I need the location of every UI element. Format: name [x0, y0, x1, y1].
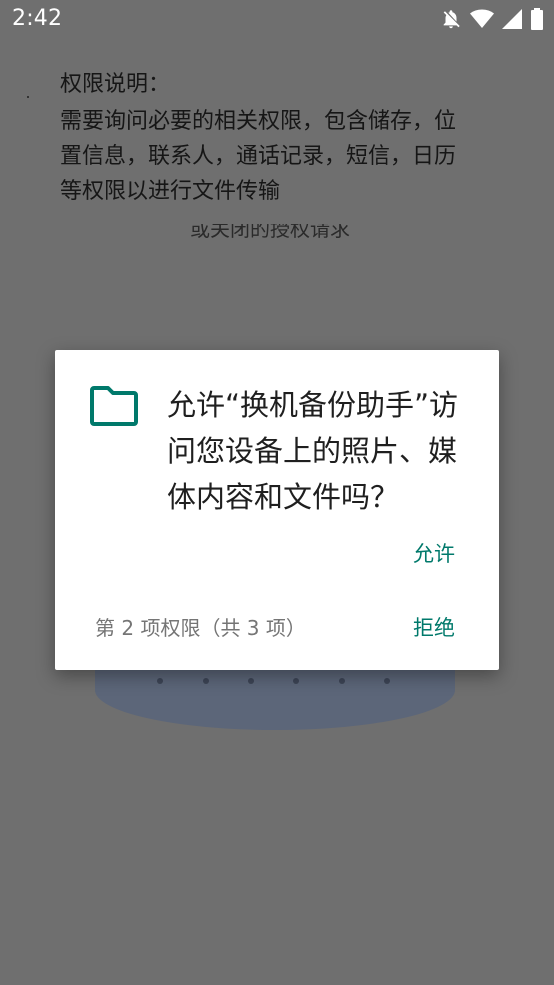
notifications-off-icon: [440, 8, 462, 30]
deny-button[interactable]: 拒绝: [413, 614, 455, 642]
illustration-dots: [95, 678, 455, 688]
wifi-icon: [470, 9, 494, 29]
status-time: 2:42: [12, 6, 63, 31]
cellular-signal-icon: [502, 9, 522, 29]
decorative-dot: [27, 96, 29, 98]
obscured-text: 或关闭的授权请求: [190, 224, 350, 241]
permission-description: 需要询问必要的相关权限，包含储存，位 置信息，联系人，通话记录，短信，日历 等权…: [60, 104, 500, 209]
status-bar: 2:42: [0, 0, 554, 38]
dialog-message-line: 允许“换机备份助手”访: [167, 388, 459, 422]
battery-icon: [530, 8, 544, 30]
dialog-message: 允许“换机备份助手”访 问您设备上的照片、媒 体内容和文件吗？: [167, 382, 483, 520]
dialog-message-line: 体内容和文件吗？: [167, 480, 400, 514]
permission-counter: 第 2 项权限（共 3 项）: [95, 616, 306, 640]
status-icons: [440, 7, 544, 31]
folder-icon: [90, 386, 138, 426]
permission-title: 权限说明：: [60, 72, 171, 97]
permission-description-line: 等权限以进行文件传输: [60, 179, 281, 204]
permission-description-line: 需要询问必要的相关权限，包含储存，位: [60, 109, 457, 134]
allow-button[interactable]: 允许: [413, 540, 455, 568]
permission-description-line: 置信息，联系人，通话记录，短信，日历: [60, 144, 457, 169]
permission-dialog: 允许“换机备份助手”访 问您设备上的照片、媒 体内容和文件吗？ 允许 第 2 项…: [55, 350, 499, 670]
dialog-message-line: 问您设备上的照片、媒: [167, 434, 458, 468]
